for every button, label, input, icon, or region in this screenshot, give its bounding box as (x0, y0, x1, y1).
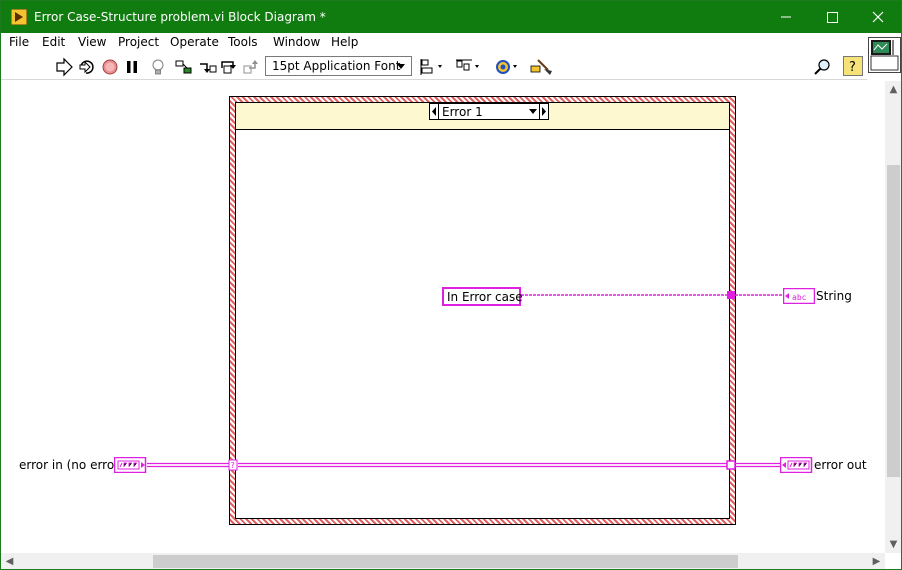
string-constant[interactable]: In Error case (442, 287, 523, 306)
close-icon (872, 11, 884, 23)
vi-icon[interactable] (868, 37, 901, 73)
highlight-execution-icon[interactable] (147, 56, 169, 78)
minimize-button[interactable] (763, 1, 809, 33)
svg-text:abc: abc (792, 293, 807, 302)
close-button[interactable] (855, 1, 901, 33)
output-tunnel-string[interactable] (727, 291, 735, 299)
font-select[interactable]: 15pt Application Font (265, 56, 412, 76)
menu-tools[interactable]: Tools (228, 35, 258, 49)
run-arrow-icon[interactable] (53, 56, 75, 78)
font-select-value: 15pt Application Font (272, 59, 401, 73)
selector-terminal-question-icon: ? (231, 461, 235, 470)
horizontal-scrollbar[interactable]: ◀ ▶ (1, 553, 885, 569)
menu-window[interactable]: Window (273, 35, 320, 49)
vertical-scroll-thumb[interactable] (887, 165, 900, 477)
menu-bar: File Edit View Project Operate Tools Win… (1, 33, 867, 53)
search-icon[interactable] (811, 56, 833, 78)
maximize-button[interactable] (809, 1, 855, 33)
output-tunnel-error[interactable] (726, 460, 736, 470)
title-bar: Error Case-Structure problem.vi Block Di… (1, 1, 901, 33)
run-continuously-icon[interactable] (75, 56, 97, 78)
error-in-control-terminal[interactable] (114, 457, 147, 473)
toolbar: 15pt Application Font (1, 53, 867, 80)
menu-help[interactable]: Help (331, 35, 358, 49)
error-in-label: error in (no error) (19, 458, 124, 472)
distribute-objects-icon[interactable] (455, 56, 483, 78)
scroll-up-icon[interactable]: ▲ (885, 81, 901, 98)
reorder-icon[interactable] (493, 56, 521, 78)
labview-app-icon (11, 9, 27, 25)
error-out-indicator-terminal[interactable] (780, 457, 813, 473)
block-diagram-window: Error Case-Structure problem.vi Block Di… (0, 0, 902, 570)
context-help-button[interactable]: ? (843, 56, 863, 76)
vi-connector-icon (870, 40, 899, 71)
menu-file[interactable]: File (9, 35, 29, 49)
maximize-icon (827, 12, 838, 23)
error-out-indicator-label: error out (814, 458, 867, 472)
svg-text:?: ? (849, 60, 856, 75)
chevron-down-icon (397, 64, 405, 69)
step-into-icon[interactable] (197, 56, 219, 78)
cleanup-diagram-icon[interactable] (528, 56, 554, 78)
align-objects-icon[interactable] (419, 56, 447, 78)
wires-layer: ? (147, 291, 784, 471)
retain-wire-values-icon[interactable] (173, 56, 195, 78)
menu-project[interactable]: Project (118, 35, 159, 49)
abort-icon[interactable] (99, 56, 121, 78)
horizontal-scroll-thumb[interactable] (153, 555, 738, 568)
menu-edit[interactable]: Edit (42, 35, 65, 49)
string-indicator-label: String (816, 289, 852, 303)
window-title: Error Case-Structure problem.vi Block Di… (34, 10, 326, 24)
error-cluster-wire[interactable] (147, 462, 781, 468)
menu-operate[interactable]: Operate (170, 35, 219, 49)
block-diagram-canvas[interactable]: Error 1 ? In Error case error in (no err… (1, 81, 885, 553)
scroll-left-icon[interactable]: ◀ (1, 553, 18, 569)
context-help-icon: ? (849, 60, 856, 75)
menu-view[interactable]: View (78, 35, 106, 49)
vertical-scrollbar[interactable]: ▲ ▼ (885, 81, 901, 553)
step-out-icon[interactable] (241, 56, 263, 78)
scroll-down-icon[interactable]: ▼ (885, 536, 901, 553)
scroll-right-icon[interactable]: ▶ (868, 553, 885, 569)
string-indicator-terminal[interactable]: abc (783, 288, 815, 304)
step-over-icon[interactable] (219, 56, 241, 78)
pause-icon[interactable] (121, 56, 143, 78)
minimize-icon (781, 16, 791, 18)
